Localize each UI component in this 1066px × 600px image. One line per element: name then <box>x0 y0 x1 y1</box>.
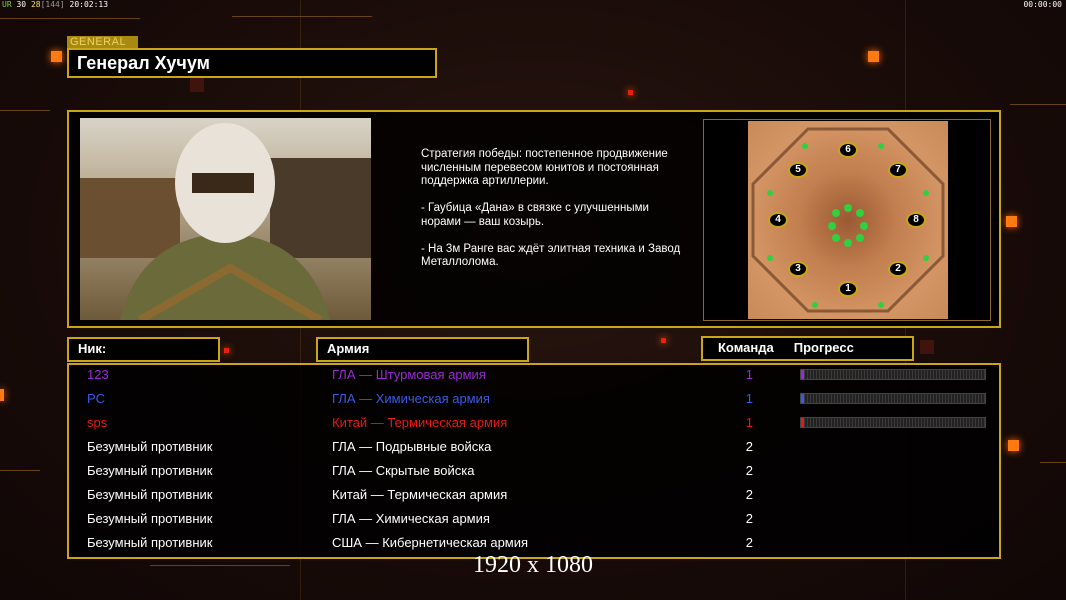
resolution-label: 1920 x 1080 <box>473 552 593 578</box>
header-team: Команда <box>718 340 774 355</box>
player-team[interactable]: 2 <box>729 461 753 481</box>
player-nick: 123 <box>87 367 109 382</box>
player-nick: Безумный противник <box>87 463 213 478</box>
player-army[interactable]: ГЛА — Подрывные войска <box>332 437 491 457</box>
player-army[interactable]: ГЛА — Штурмовая армия <box>332 365 486 385</box>
player-row[interactable]: Безумный противник ГЛА — Скрытые войска … <box>69 461 999 485</box>
start-position-8[interactable]: 8 <box>906 212 926 228</box>
header-army: Армия <box>316 337 529 362</box>
map-preview[interactable]: 1 2 3 4 5 6 7 8 <box>703 119 991 321</box>
general-tag: GENERAL <box>67 36 138 48</box>
start-position-4[interactable]: 4 <box>768 212 788 228</box>
player-row[interactable]: Безумный противник ГЛА — Подрывные войск… <box>69 437 999 461</box>
start-position-2[interactable]: 2 <box>888 261 908 277</box>
start-position-1[interactable]: 1 <box>838 281 858 297</box>
player-team[interactable]: 2 <box>729 485 753 505</box>
player-army[interactable]: ГЛА — Химическая армия <box>332 389 490 409</box>
player-team[interactable]: 2 <box>729 437 753 457</box>
player-nick: Безумный противник <box>87 511 213 526</box>
start-position-7[interactable]: 7 <box>888 162 908 178</box>
fps-counter: UR 30 28[144] 20:02:13 <box>2 0 109 9</box>
players-table: 123 ГЛА — Штурмовая армия 1 PC ГЛА — Хими… <box>67 363 1001 559</box>
game-clock: 00:00:00 <box>1023 0 1062 9</box>
player-team[interactable]: 1 <box>729 413 753 433</box>
player-nick: sps <box>87 415 108 430</box>
map-image: 1 2 3 4 5 6 7 8 <box>748 121 948 319</box>
player-row[interactable]: 123 ГЛА — Штурмовая армия 1 <box>69 365 999 389</box>
general-portrait <box>80 118 371 320</box>
progress-fill <box>801 394 804 403</box>
player-team[interactable]: 2 <box>729 509 753 529</box>
player-army[interactable]: ГЛА — Химическая армия <box>332 509 490 529</box>
start-position-5[interactable]: 5 <box>788 162 808 178</box>
player-nick: PC <box>87 391 106 406</box>
start-position-3[interactable]: 3 <box>788 261 808 277</box>
header-nick: Ник: <box>67 337 220 362</box>
progress-bar <box>800 393 986 404</box>
player-row[interactable]: Безумный противник ГЛА — Химическая арми… <box>69 509 999 533</box>
player-team[interactable]: 1 <box>729 389 753 409</box>
player-nick: Безумный противник <box>87 535 213 550</box>
progress-fill <box>801 418 804 427</box>
header-progress: Прогресс <box>793 340 854 355</box>
player-row[interactable]: PC ГЛА — Химическая армия 1 <box>69 389 999 413</box>
player-army[interactable]: Китай — Термическая армия <box>332 485 507 505</box>
player-nick: Безумный противник <box>87 487 213 502</box>
header-team-progress: Команда Прогресс <box>701 336 914 361</box>
player-army[interactable]: Китай — Термическая армия <box>332 413 507 433</box>
strategy-description: Стратегия победы: постепенное продвижени… <box>421 148 681 268</box>
progress-bar <box>800 369 986 380</box>
progress-fill <box>801 370 804 379</box>
player-army[interactable]: ГЛА — Скрытые войска <box>332 461 474 481</box>
player-row[interactable]: Безумный противник Китай — Термическая а… <box>69 485 999 509</box>
player-team[interactable]: 1 <box>729 365 753 385</box>
player-team[interactable]: 2 <box>729 533 753 553</box>
start-position-6[interactable]: 6 <box>838 142 858 158</box>
player-row[interactable]: sps Китай — Термическая армия 1 <box>69 413 999 437</box>
player-army[interactable]: США — Кибернетическая армия <box>332 533 528 553</box>
general-name: Генерал Хучум <box>67 48 437 78</box>
player-nick: Безумный противник <box>87 439 213 454</box>
progress-bar <box>800 417 986 428</box>
